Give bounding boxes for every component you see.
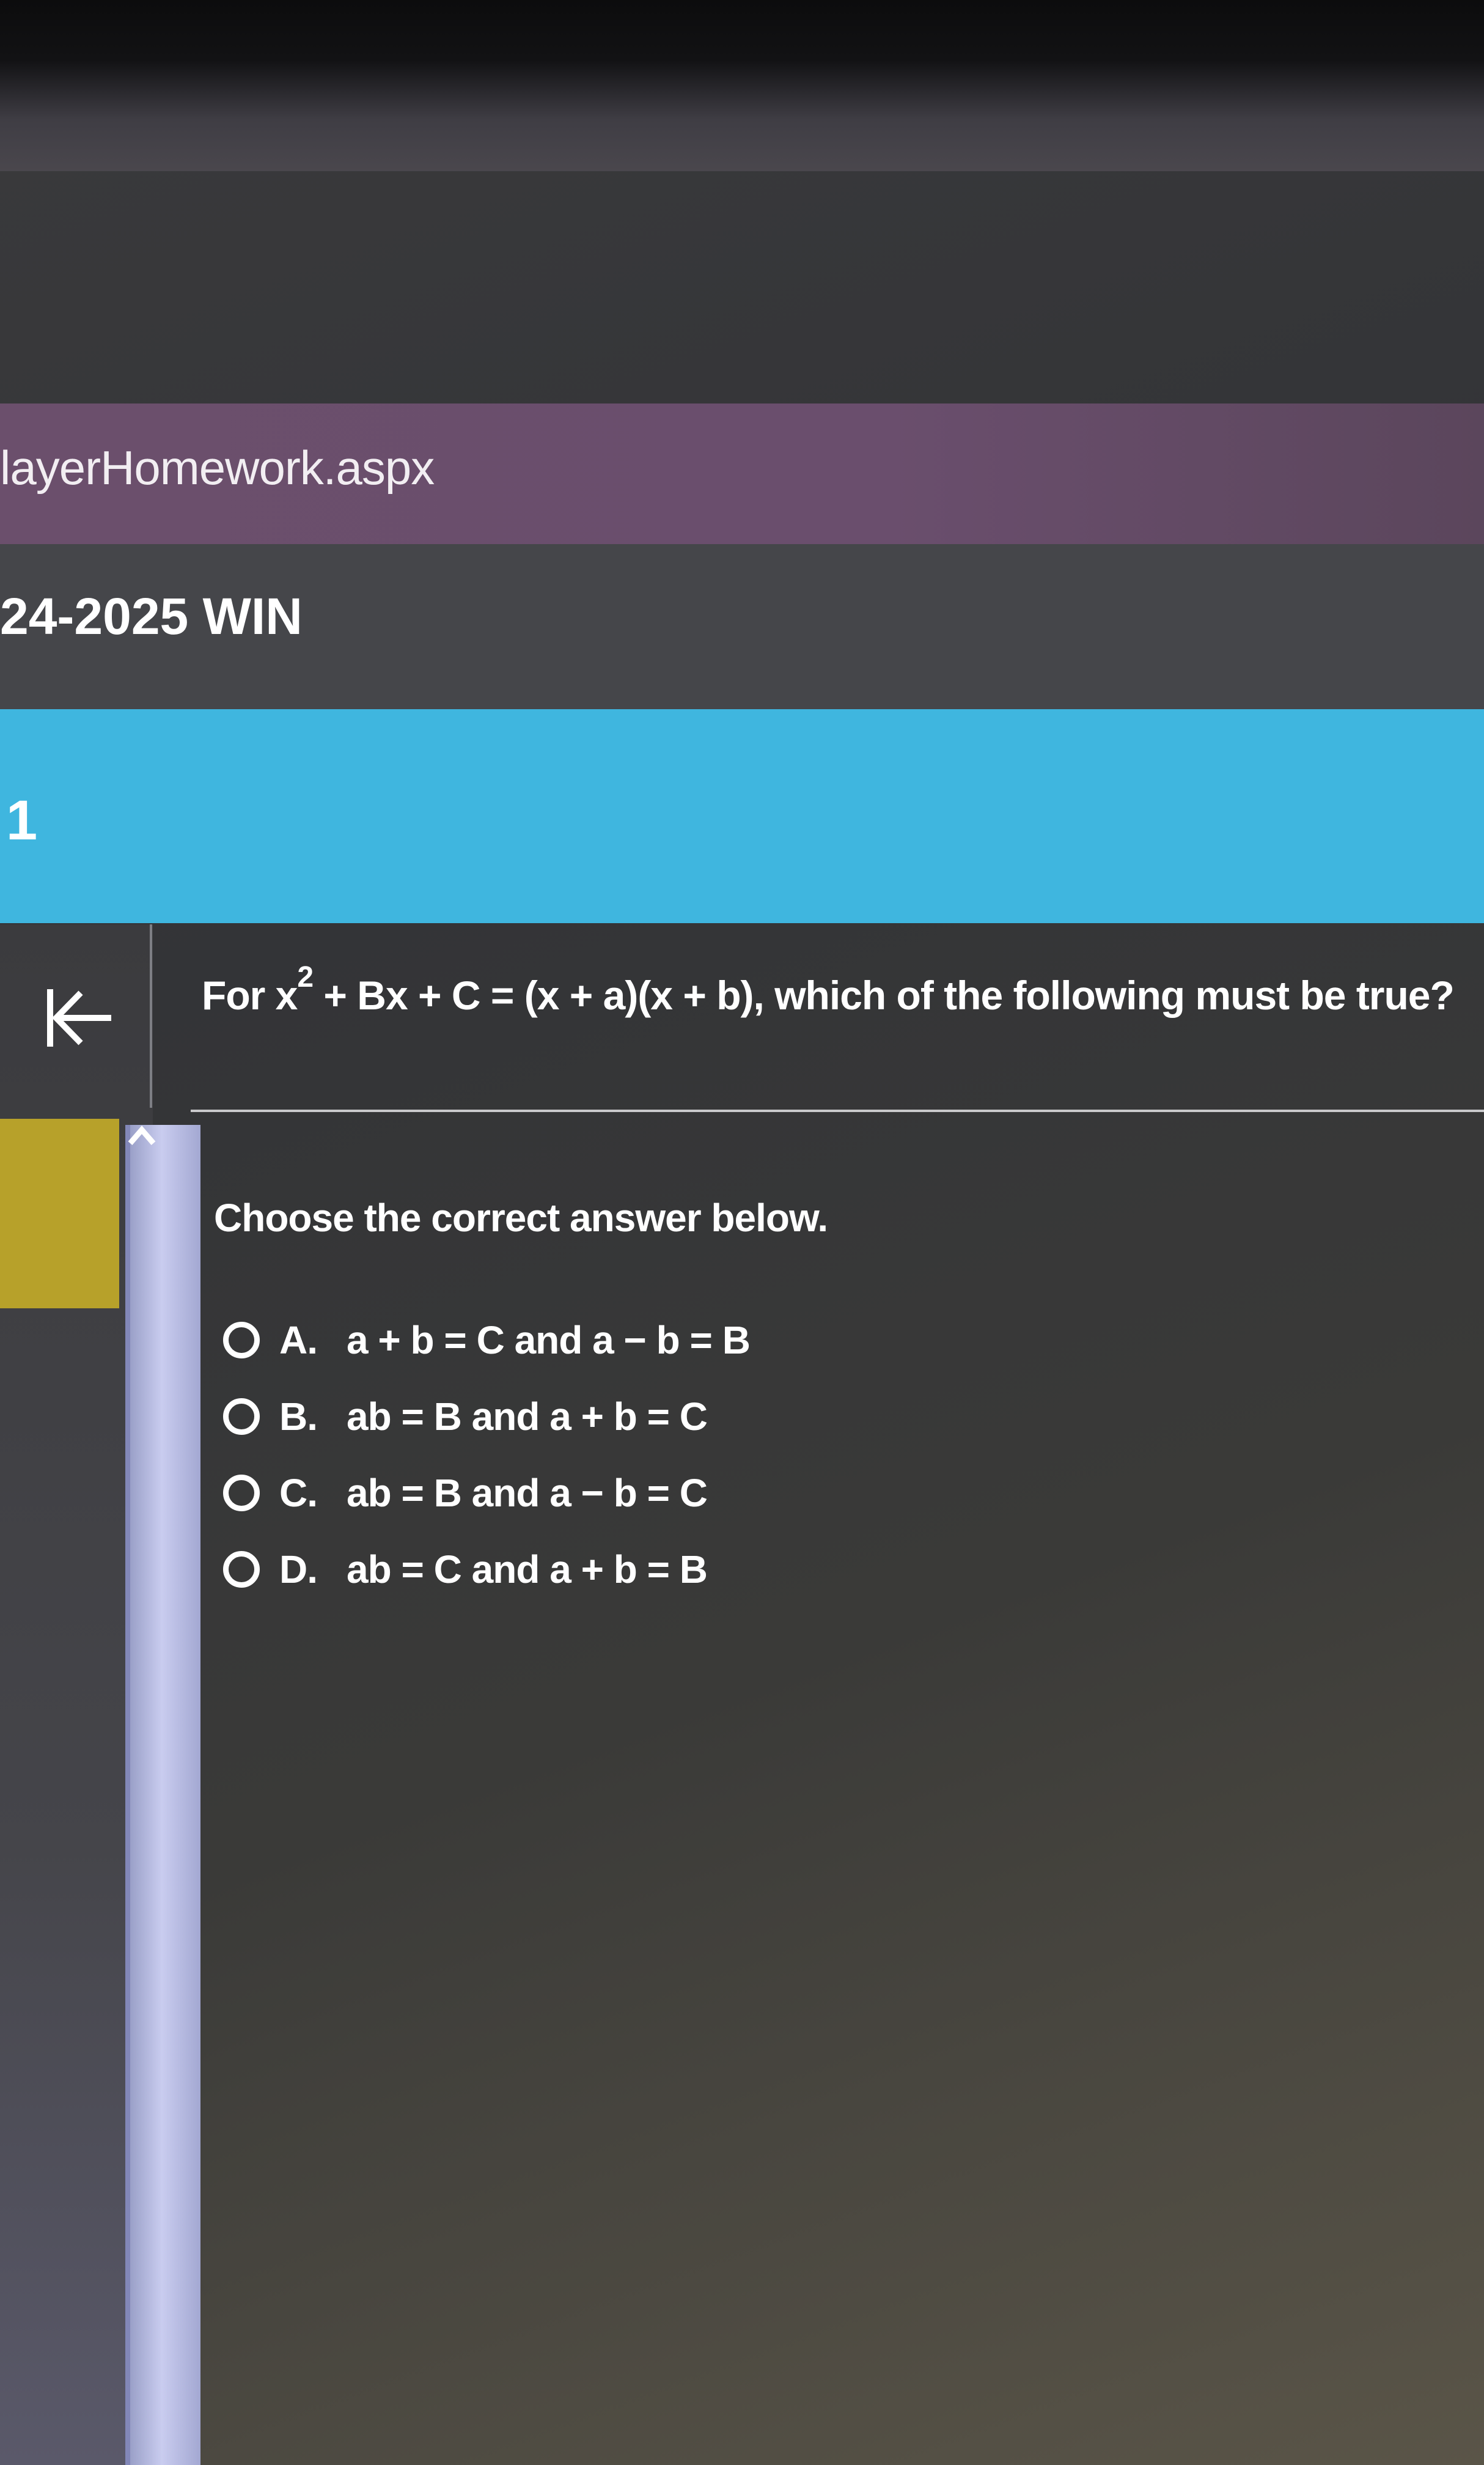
radio-button[interactable] [223,1398,260,1435]
screen-bezel-top [0,0,1484,171]
question-prefix: For x [202,973,298,1018]
sidebar-scrollbar[interactable] [125,1125,200,2465]
radio-button[interactable] [223,1551,260,1588]
option-letter: A. [279,1318,318,1362]
option-letter: D. [279,1547,318,1591]
option-d[interactable]: D. ab = C and a + b = B [223,1547,708,1592]
option-text: ab = B and a − b = C [347,1471,708,1515]
question-rest: + Bx + C = (x + a)(x + b), which of the … [313,973,1454,1018]
option-text: ab = B and a + b = C [347,1395,708,1439]
option-letter: B. [279,1395,318,1439]
header-number: 1 [6,789,38,852]
question-divider [191,1110,1484,1112]
option-c[interactable]: C. ab = B and a − b = C [223,1470,708,1516]
option-text: ab = C and a + b = B [347,1547,708,1591]
option-a[interactable]: A. a + b = C and a − b = B [223,1317,751,1363]
collapse-left-icon[interactable] [43,984,116,1052]
question-exponent: 2 [297,961,314,993]
radio-button[interactable] [223,1322,260,1358]
sidebar-divider [150,924,152,1108]
current-question-marker[interactable] [0,1119,119,1308]
assignment-header-bar [0,709,1484,923]
chevron-up-icon[interactable] [125,1119,159,1155]
question-text: For x2 + Bx + C = (x + a)(x + b), which … [202,961,1455,1019]
option-letter: C. [279,1471,318,1515]
answer-instruction: Choose the correct answer below. [214,1196,828,1240]
radio-button[interactable] [223,1475,260,1511]
course-title: 24-2025 WIN [0,588,303,645]
option-b[interactable]: B. ab = B and a + b = C [223,1394,708,1439]
option-text: a + b = C and a − b = B [347,1318,751,1362]
url-text[interactable]: layerHomework.aspx [0,440,435,496]
